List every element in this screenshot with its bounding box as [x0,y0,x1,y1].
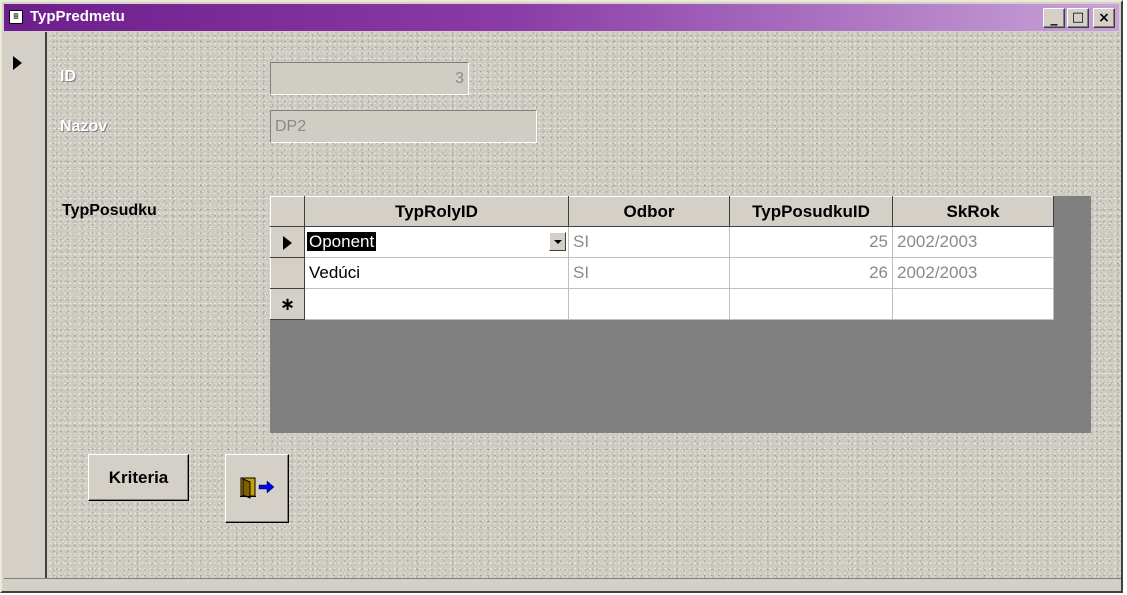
form-icon: ≡ [9,10,23,24]
typposudkuid-cell[interactable]: 26 [729,257,893,289]
kriteria-button[interactable]: Kriteria [88,454,189,501]
minimize-button[interactable]: _ [1043,8,1065,28]
window-title: TypPredmetu [30,8,125,25]
typrolyid-combo[interactable]: Oponent [304,226,569,258]
table-row: Oponent SI 25 2002/2003 [270,226,1054,258]
skrok-cell[interactable]: 2002/2003 [892,257,1054,289]
exit-door-icon [240,477,275,499]
combo-dropdown-button[interactable] [549,232,566,251]
corner-selector[interactable] [270,196,305,227]
datasheet-grid: TypRolyID Odbor TypPosudkuID SkRok Opone… [270,196,1054,320]
combo-selected-text: Oponent [307,232,377,251]
status-bar [4,578,1121,591]
maximize-button[interactable]: □ [1067,8,1089,28]
new-record-row: ∗ [270,288,1054,320]
column-header-typposudkuid[interactable]: TypPosudkuID [729,196,893,227]
row-selector[interactable] [270,226,305,258]
new-skrok-cell[interactable] [892,288,1054,320]
current-record-arrow-icon [13,56,22,70]
typposudkuid-cell[interactable]: 25 [729,226,893,258]
subform-label: TypPosudku [62,202,157,219]
title-bar[interactable]: ≡ TypPredmetu _ □ × [4,4,1119,31]
column-header-typrolyid[interactable]: TypRolyID [304,196,569,227]
typrolyid-cell[interactable]: Vedúci [304,257,569,289]
new-odbor-cell[interactable] [568,288,730,320]
column-header-skrok[interactable]: SkRok [892,196,1054,227]
header-row: TypRolyID Odbor TypPosudkuID SkRok [270,196,1054,227]
nazov-label: Nazov [60,118,108,135]
record-selector[interactable] [4,32,47,591]
odbor-cell[interactable]: SI [568,257,730,289]
odbor-cell[interactable]: SI [568,226,730,258]
table-row: Vedúci SI 26 2002/2003 [270,257,1054,289]
column-header-odbor[interactable]: Odbor [568,196,730,227]
nazov-field[interactable]: DP2 [270,110,537,143]
id-field[interactable]: 3 [270,62,469,95]
row-selector[interactable] [270,257,305,289]
current-row-arrow-icon [283,235,292,250]
new-typrolyid-cell[interactable] [304,288,569,320]
skrok-cell[interactable]: 2002/2003 [892,226,1054,258]
new-record-asterisk-icon[interactable]: ∗ [270,288,305,320]
new-typposudkuid-cell[interactable] [729,288,893,320]
close-button[interactable]: × [1093,8,1115,28]
exit-button[interactable] [225,454,289,523]
id-label: ID [60,68,76,85]
form-window: ≡ TypPredmetu _ □ × ID 3 Nazov DP2 TypPo… [0,0,1123,593]
typposudku-subform: TypRolyID Odbor TypPosudkuID SkRok Opone… [270,196,1091,433]
